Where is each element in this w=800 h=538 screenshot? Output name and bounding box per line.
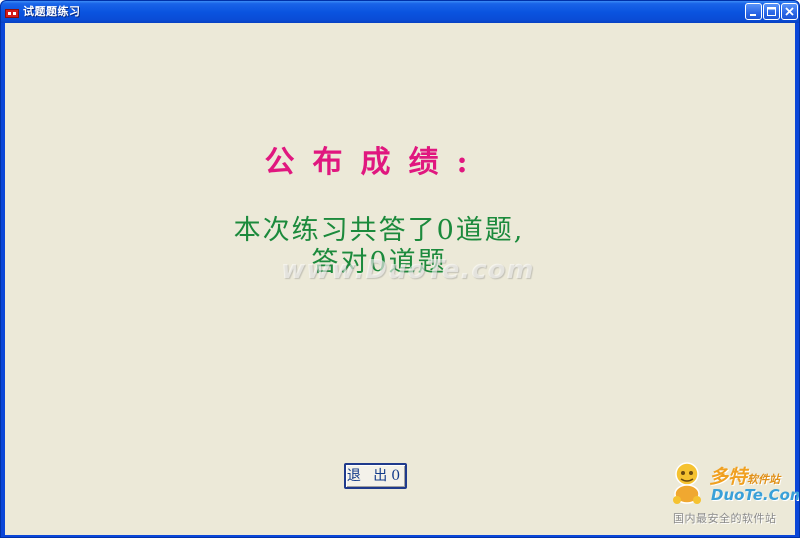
site-logo-watermark: 多特软件站 DuoTe.Com 国内最安全的软件站 [665,460,799,532]
minimize-icon [750,14,756,16]
logo-brand-name: 多特 [709,466,748,488]
logo-brand-suffix: 软件站 [747,473,781,486]
center-watermark: www.DuoTe.com [281,255,535,285]
close-button[interactable] [781,3,798,20]
close-icon [785,7,794,16]
logo-brand: 多特软件站 [709,462,780,489]
exit-button[interactable]: 退 出0 [344,463,407,489]
logo-tagline: 国内最安全的软件站 [673,512,777,525]
maximize-icon [767,7,776,16]
maximize-button[interactable] [763,3,780,20]
app-icon [5,5,19,18]
minimize-button[interactable] [745,3,762,20]
client-area: 公布成绩: 本次练习共答了0道题, 答对0道题 www.DuoTe.com 退 … [5,23,799,535]
answered-count-text: 本次练习共答了0道题, [233,215,525,246]
app-window: 试题题练习 公布成绩: 本次练习共答了0道题, 答对0道题 www.DuoTe.… [0,0,800,538]
logo-site: DuoTe.Com [711,486,800,504]
window-title: 试题题练习 [23,5,81,18]
title-bar[interactable]: 试题题练习 [1,1,799,23]
results-heading: 公布成绩: [264,145,486,180]
mascot-icon [669,460,709,510]
